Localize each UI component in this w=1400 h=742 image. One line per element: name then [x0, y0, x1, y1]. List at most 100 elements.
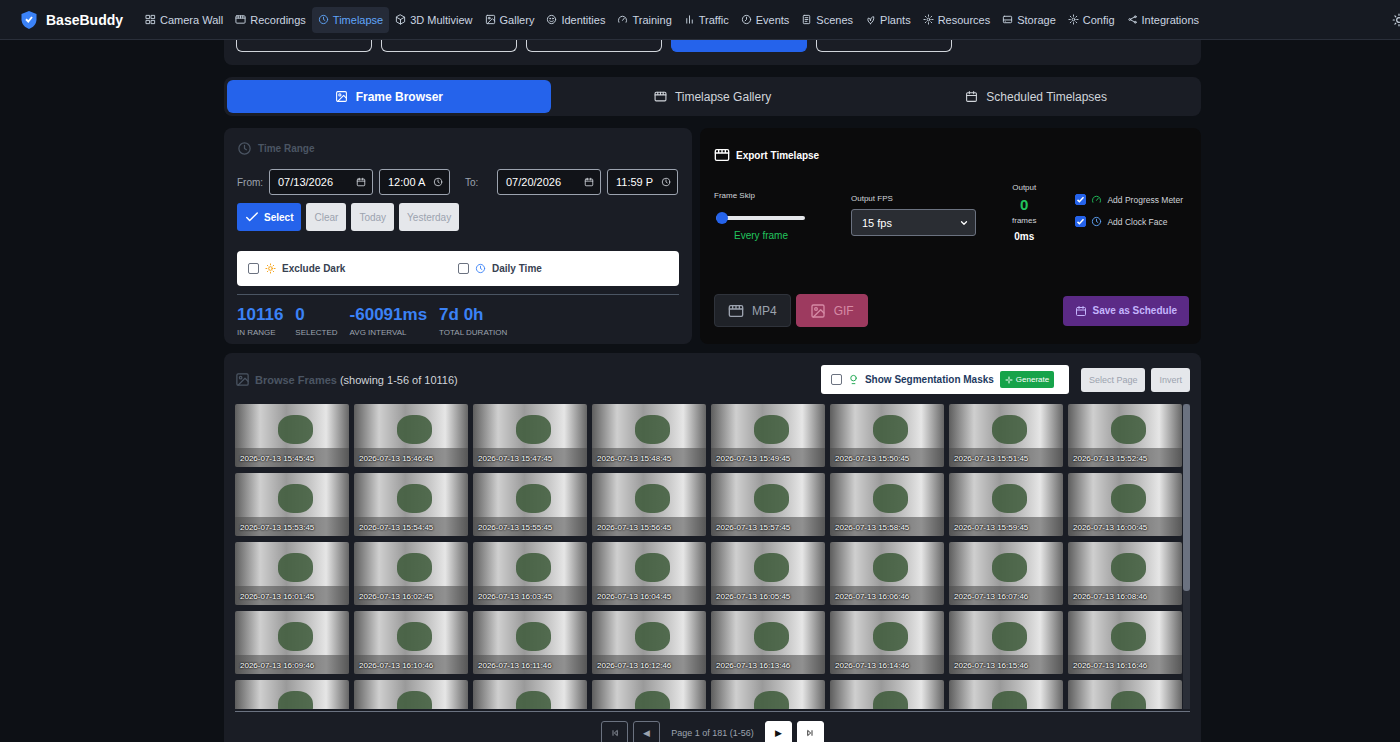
subtab[interactable]: Timelapse Gallery [551, 80, 875, 113]
frame-thumbnail[interactable]: 2026-07-13 16:12:46 [592, 611, 706, 674]
nav-item[interactable]: Gallery [479, 7, 541, 33]
preset-button[interactable] [236, 40, 372, 52]
scrollbar[interactable] [1183, 404, 1190, 709]
nav-item[interactable]: Recordings [229, 7, 312, 33]
frame-thumbnail[interactable] [830, 680, 944, 709]
preset-button[interactable] [381, 40, 517, 52]
preset-button[interactable] [816, 40, 952, 52]
frame-thumbnail[interactable]: 2026-07-13 16:02:45 [354, 542, 468, 605]
frame-thumbnail[interactable]: 2026-07-13 16:07:46 [949, 542, 1063, 605]
frame-thumbnail[interactable]: 2026-07-13 15:51:45 [949, 404, 1063, 467]
to-date-input[interactable]: 07/20/2026 [497, 169, 601, 195]
frame-thumbnail[interactable]: 2026-07-13 15:46:45 [354, 404, 468, 467]
frame-photo-detail [278, 691, 312, 709]
frame-thumbnail[interactable]: 2026-07-13 16:00:45 [1068, 473, 1182, 536]
next-page-button[interactable]: ▶ [765, 721, 792, 742]
frame-thumbnail[interactable] [949, 680, 1063, 709]
nav-item[interactable]: Config [1062, 7, 1121, 33]
preset-button[interactable] [671, 40, 807, 52]
frame-thumbnail[interactable]: 2026-07-13 16:01:45 [235, 542, 349, 605]
frame-thumbnail[interactable]: 2026-07-13 16:16:46 [1068, 611, 1182, 674]
frame-thumbnail[interactable]: 2026-07-13 15:53:45 [235, 473, 349, 536]
nav-item[interactable]: Plants [859, 7, 917, 33]
option-checkbox[interactable] [1075, 194, 1086, 205]
browse-button[interactable]: Invert [1151, 368, 1190, 392]
frame-thumbnail[interactable]: 2026-07-13 16:15:46 [949, 611, 1063, 674]
range-button[interactable]: Today [351, 203, 394, 231]
frame-thumbnail[interactable]: 2026-07-13 16:10:46 [354, 611, 468, 674]
nav-item[interactable]: Scenes [795, 7, 859, 33]
nav-label: Training [632, 14, 671, 26]
frame-thumbnail[interactable]: 2026-07-13 15:54:45 [354, 473, 468, 536]
frame-thumbnail[interactable]: 2026-07-13 16:04:45 [592, 542, 706, 605]
prev-page-button[interactable]: ◀ [633, 721, 660, 742]
nav-item[interactable]: Training [611, 7, 677, 33]
logo[interactable]: BaseBuddy [20, 10, 123, 30]
frame-thumbnail[interactable] [235, 680, 349, 709]
range-button[interactable]: Select [237, 203, 301, 231]
export-option[interactable]: Add Clock Face [1075, 216, 1183, 227]
filter-option[interactable]: Daily Time [458, 263, 668, 274]
range-button[interactable]: Yesterday [399, 203, 459, 231]
frame-thumbnail[interactable]: 2026-07-13 16:14:46 [830, 611, 944, 674]
last-page-button[interactable] [797, 721, 824, 742]
frame-thumbnail[interactable]: 2026-07-13 16:11:46 [473, 611, 587, 674]
frame-thumbnail[interactable]: 2026-07-13 15:47:45 [473, 404, 587, 467]
subtab[interactable]: Scheduled Timelapses [874, 80, 1198, 113]
frame-thumbnail[interactable]: 2026-07-13 16:13:46 [711, 611, 825, 674]
frame-thumbnail[interactable]: 2026-07-13 15:48:45 [592, 404, 706, 467]
frame-skip-slider[interactable] [716, 216, 805, 220]
nav-item[interactable]: Identities [540, 7, 611, 33]
frame-thumbnail[interactable] [473, 680, 587, 709]
nav-item[interactable]: Integrations [1121, 7, 1205, 33]
segmentation-toggle[interactable]: Show Segmentation MasksGenerate [821, 365, 1069, 394]
filter-checkbox[interactable] [248, 263, 259, 274]
export-option[interactable]: Add Progress Meter [1075, 194, 1183, 205]
range-button[interactable]: Clear [306, 203, 346, 231]
frame-thumbnail[interactable] [354, 680, 468, 709]
slider-thumb[interactable] [716, 212, 728, 224]
save-schedule-button[interactable]: Save as Schedule [1063, 296, 1190, 326]
frame-thumbnail[interactable]: 2026-07-13 16:03:45 [473, 542, 587, 605]
to-time-input[interactable]: 11:59 P [607, 169, 678, 195]
frame-thumbnail[interactable] [1068, 680, 1182, 709]
nav-item[interactable]: Timelapse [312, 7, 389, 33]
fps-select[interactable]: 15 fps [851, 209, 976, 236]
frame-thumbnail[interactable] [592, 680, 706, 709]
from-time-input[interactable]: 12:00 A [379, 169, 450, 195]
nav-item[interactable]: Storage [996, 7, 1062, 33]
subtab[interactable]: Frame Browser [227, 80, 551, 113]
frame-thumbnail[interactable]: 2026-07-13 15:58:45 [830, 473, 944, 536]
frame-thumbnail[interactable]: 2026-07-13 15:52:45 [1068, 404, 1182, 467]
frame-thumbnail[interactable]: 2026-07-13 15:56:45 [592, 473, 706, 536]
filter-option[interactable]: Exclude Dark [248, 263, 458, 274]
filter-checkbox[interactable] [458, 263, 469, 274]
frame-thumbnail[interactable]: 2026-07-13 15:55:45 [473, 473, 587, 536]
frame-thumbnail[interactable]: 2026-07-13 16:08:46 [1068, 542, 1182, 605]
from-date-input[interactable]: 07/13/2026 [269, 169, 373, 195]
generate-button[interactable]: Generate [1000, 371, 1054, 388]
nav-item[interactable]: Events [735, 7, 796, 33]
frame-thumbnail[interactable]: 2026-07-13 15:50:45 [830, 404, 944, 467]
nav-item[interactable]: Camera Wall [139, 7, 229, 33]
nav-item[interactable]: 3D Multiview [389, 7, 478, 33]
frame-thumbnail[interactable]: 2026-07-13 16:05:45 [711, 542, 825, 605]
frame-thumbnail[interactable]: 2026-07-13 16:09:46 [235, 611, 349, 674]
format-button[interactable]: MP4 [714, 294, 791, 327]
frame-thumbnail[interactable]: 2026-07-13 15:49:45 [711, 404, 825, 467]
scrollbar-thumb[interactable] [1183, 404, 1190, 591]
frame-thumbnail[interactable]: 2026-07-13 15:45:45 [235, 404, 349, 467]
preset-button[interactable] [526, 40, 662, 52]
frame-thumbnail[interactable]: 2026-07-13 15:57:45 [711, 473, 825, 536]
drive-icon [1002, 14, 1013, 25]
frame-thumbnail[interactable]: 2026-07-13 15:59:45 [949, 473, 1063, 536]
first-page-button[interactable] [601, 721, 628, 742]
browse-button[interactable]: Select Page [1081, 368, 1146, 392]
frame-thumbnail[interactable]: 2026-07-13 16:06:46 [830, 542, 944, 605]
nav-item[interactable]: Resources [917, 7, 997, 33]
frame-thumbnail[interactable] [711, 680, 825, 709]
nav-item[interactable]: Traffic [678, 7, 735, 33]
option-checkbox[interactable] [1075, 216, 1086, 227]
mask-checkbox[interactable] [831, 374, 842, 385]
format-button[interactable]: GIF [796, 294, 868, 327]
